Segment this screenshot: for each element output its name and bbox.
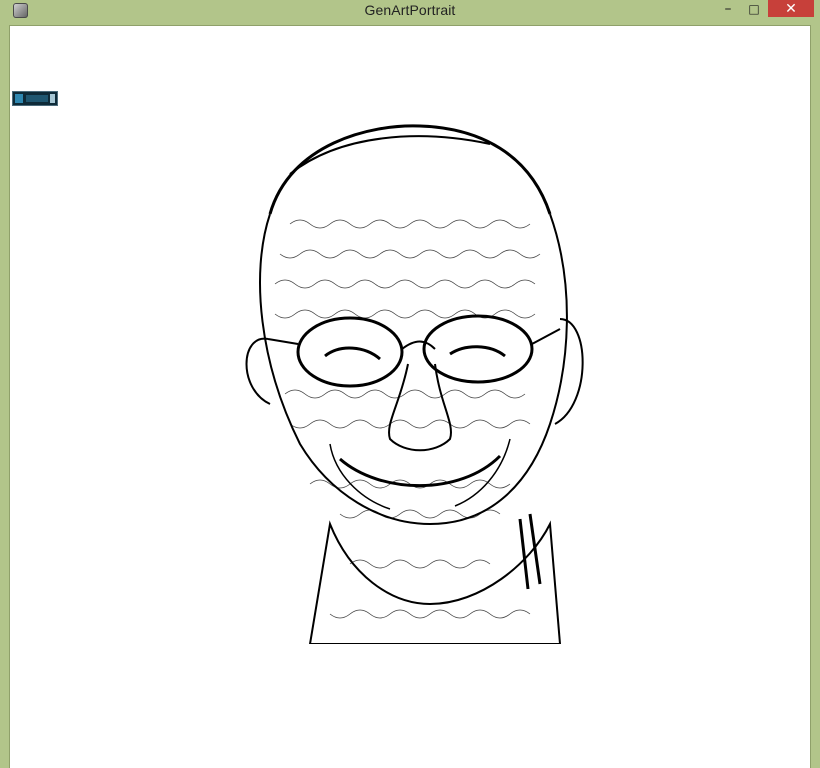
- left-eye: [324, 346, 381, 361]
- right-eye: [449, 345, 506, 358]
- canvas-area[interactable]: [10, 26, 810, 768]
- collar-band: [518, 513, 542, 590]
- minimize-button[interactable]: –: [715, 0, 741, 18]
- head-outline: [268, 124, 552, 215]
- toolbar-glyph-icon: [15, 94, 23, 103]
- left-lens: [296, 316, 404, 388]
- right-temple: [531, 328, 561, 345]
- close-button[interactable]: ✕: [768, 0, 814, 17]
- mouth: [339, 454, 502, 488]
- mini-toolbar-icon[interactable]: [12, 91, 58, 106]
- right-lens: [422, 314, 534, 384]
- left-temple: [267, 338, 299, 345]
- window-title: GenArtPortrait: [364, 2, 456, 18]
- maximize-button[interactable]: □: [741, 0, 767, 18]
- line-art-portrait: [245, 124, 584, 644]
- toolbar-handle-icon: [50, 94, 55, 103]
- right-ear: [554, 318, 584, 425]
- cap-outline: [289, 135, 491, 175]
- toolbar-bar-icon: [26, 95, 48, 102]
- scribble-shading: [274, 219, 541, 619]
- title-bar[interactable]: GenArtPortrait – □ ✕: [0, 0, 820, 22]
- glasses-bridge: [401, 340, 436, 350]
- nose: [388, 363, 452, 452]
- app-window: GenArtPortrait – □ ✕: [0, 0, 820, 768]
